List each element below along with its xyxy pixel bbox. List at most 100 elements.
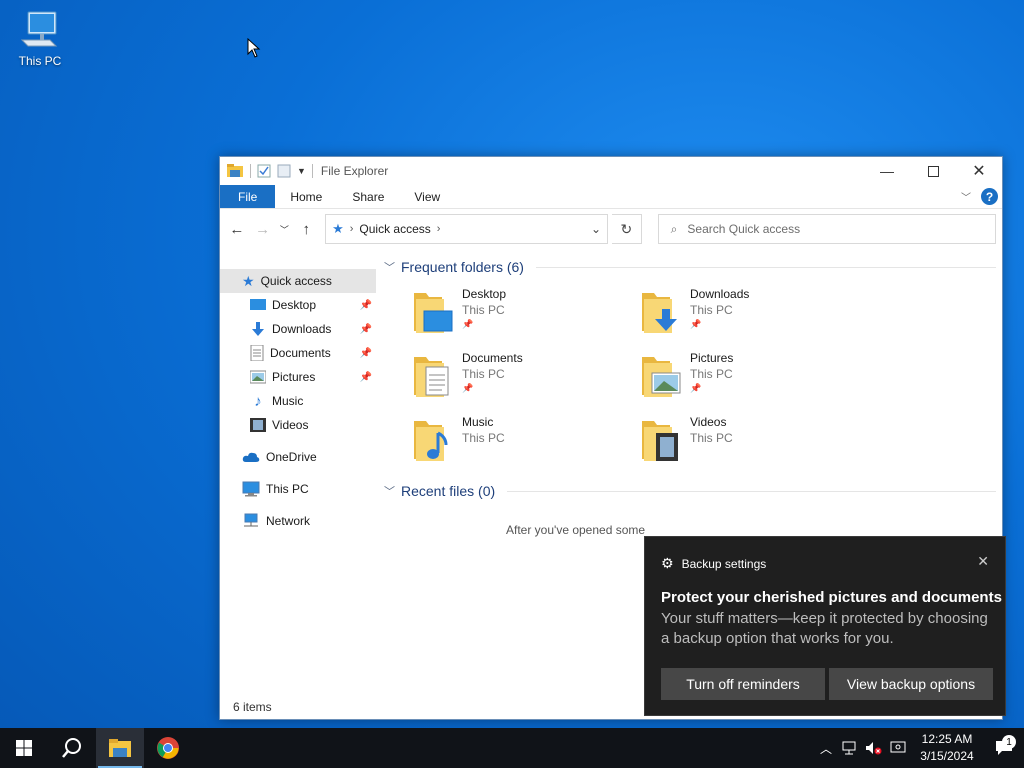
chevron-down-icon: ⌄ [590, 222, 602, 236]
pin-icon: 📌 [359, 347, 372, 359]
gear-icon: ⚙ [661, 555, 674, 571]
pin-icon: 📌 [462, 383, 474, 393]
taskbar-file-explorer[interactable] [96, 728, 144, 768]
recent-locations-button[interactable]: ﹀ [278, 218, 292, 240]
navigation-pane: ★ Quick access Desktop 📌 Downloads 📌 Doc… [220, 249, 376, 695]
search-placeholder: Search Quick access [687, 222, 801, 236]
sidebar-item-desktop[interactable]: Desktop 📌 [220, 293, 376, 317]
folder-name: Music [462, 415, 494, 429]
this-pc-icon [20, 11, 58, 47]
network-tray-button[interactable] [838, 741, 862, 755]
maximize-button[interactable] [910, 157, 956, 185]
breadcrumb-quick-access[interactable]: Quick access [359, 222, 430, 236]
customize-toolbar-icon[interactable]: ▼ [297, 166, 306, 176]
sidebar-item-this-pc[interactable]: This PC [220, 477, 376, 501]
show-hidden-icons-button[interactable]: ︿ [814, 740, 838, 757]
search-input[interactable]: ⌕ Search Quick access [657, 214, 996, 244]
folder-location: This PC [462, 431, 505, 445]
folder-tile-downloads[interactable]: Downloads This PC 📌 [640, 287, 868, 343]
toast-header: ⚙ Backup settings [661, 555, 766, 572]
music-icon: ♪ [254, 392, 262, 410]
tab-share[interactable]: Share [337, 185, 399, 208]
section-divider [507, 490, 996, 492]
recent-files-empty-message: After you've opened some [506, 523, 646, 537]
pin-icon: 📌 [462, 319, 474, 329]
desktop-icon-this-pc[interactable]: This PC [12, 10, 68, 68]
arrow-left-icon: ← [229, 220, 245, 238]
taskbar-clock[interactable]: 12:25 AM 3/15/2024 [910, 731, 984, 765]
sidebar-item-documents[interactable]: Documents 📌 [220, 341, 376, 365]
close-button[interactable]: ✕ [956, 157, 1002, 185]
chevron-right-icon: › [349, 223, 354, 235]
folder-tile-documents[interactable]: Documents This PC 📌 [412, 351, 640, 407]
toast-close-button[interactable]: ✕ [977, 553, 989, 570]
folder-tile-music[interactable]: Music This PC [412, 415, 640, 471]
sidebar-item-pictures[interactable]: Pictures 📌 [220, 365, 376, 389]
pin-icon: 📌 [359, 371, 372, 383]
taskbar-chrome[interactable] [144, 728, 192, 768]
item-count: 6 items [233, 700, 272, 714]
properties-icon[interactable] [257, 164, 271, 178]
sidebar-item-label: Downloads [272, 322, 332, 336]
folder-tile-videos[interactable]: Videos This PC [640, 415, 868, 471]
sidebar-item-label: Videos [272, 418, 309, 432]
downloads-icon [252, 322, 264, 336]
folder-name: Downloads [690, 287, 750, 301]
volume-tray-button[interactable] [862, 741, 886, 755]
navigation-bar: ← → ﹀ ↑ ★ › Quick access › ⌄ ↻ ⌕ Search … [220, 209, 1002, 249]
folder-location: This PC [462, 303, 505, 317]
view-backup-options-button[interactable]: View backup options [829, 668, 993, 700]
maximize-icon [927, 165, 939, 177]
sidebar-item-downloads[interactable]: Downloads 📌 [220, 317, 376, 341]
toolbar-separator [311, 164, 313, 178]
clock-date: 3/15/2024 [920, 749, 974, 763]
up-button[interactable]: ↑ [295, 218, 317, 240]
new-folder-icon[interactable] [277, 164, 291, 178]
expand-ribbon-icon[interactable]: ﹀ [961, 189, 971, 204]
section-title: Frequent folders (6) [401, 259, 524, 275]
sidebar-item-label: Quick access [260, 274, 332, 288]
sidebar-item-music[interactable]: ♪ Music [220, 389, 376, 413]
chevron-down-icon: ﹀ [384, 486, 395, 498]
chevron-down-icon: ﹀ [384, 262, 395, 274]
tab-home[interactable]: Home [275, 185, 337, 208]
folder-location: This PC [462, 367, 505, 381]
address-dropdown-button[interactable]: ⌄ [585, 222, 607, 236]
search-button[interactable] [48, 728, 96, 768]
tab-file[interactable]: File [220, 185, 276, 208]
address-bar[interactable]: ★ › Quick access › ⌄ [325, 214, 608, 244]
ribbon-tabs: File Home Share View ﹀ ? [220, 185, 1002, 209]
action-center-button[interactable]: 1 [984, 735, 1024, 756]
refresh-button[interactable]: ↻ [611, 214, 642, 244]
sidebar-item-videos[interactable]: Videos [220, 413, 376, 437]
arrow-up-icon: ↑ [302, 220, 310, 238]
back-button[interactable]: ← [226, 218, 248, 240]
toast-app-name: Backup settings [681, 556, 767, 571]
chevron-right-icon[interactable]: › [437, 223, 441, 235]
pin-icon: 📌 [359, 299, 372, 311]
sidebar-item-label: Pictures [272, 370, 316, 384]
folder-app-icon [227, 164, 243, 177]
documents-folder-icon [414, 357, 449, 397]
videos-folder-icon [642, 421, 678, 461]
sidebar-item-network[interactable]: Network [220, 509, 376, 533]
minimize-button[interactable]: — [864, 157, 910, 185]
folder-tile-pictures[interactable]: Pictures This PC 📌 [640, 351, 868, 407]
folder-tile-desktop[interactable]: Desktop This PC 📌 [412, 287, 640, 343]
forward-button[interactable]: → [252, 218, 274, 240]
backup-notification-toast[interactable]: ⚙ Backup settings ✕ Protect your cherish… [644, 536, 1006, 716]
start-button[interactable] [0, 728, 48, 768]
help-icon[interactable]: ? [981, 188, 998, 205]
sidebar-item-quick-access[interactable]: ★ Quick access [220, 269, 376, 293]
videos-icon [250, 418, 266, 432]
sidebar-item-onedrive[interactable]: OneDrive [220, 445, 376, 469]
frequent-folders-header[interactable]: ﹀ Frequent folders (6) [384, 255, 996, 279]
recent-files-header[interactable]: ﹀ Recent files (0) [384, 479, 996, 503]
close-icon: ✕ [977, 553, 989, 569]
input-indicator-button[interactable] [886, 741, 910, 755]
pictures-folder-icon [642, 357, 681, 397]
tab-view[interactable]: View [399, 185, 455, 208]
turn-off-reminders-button[interactable]: Turn off reminders [661, 668, 825, 700]
